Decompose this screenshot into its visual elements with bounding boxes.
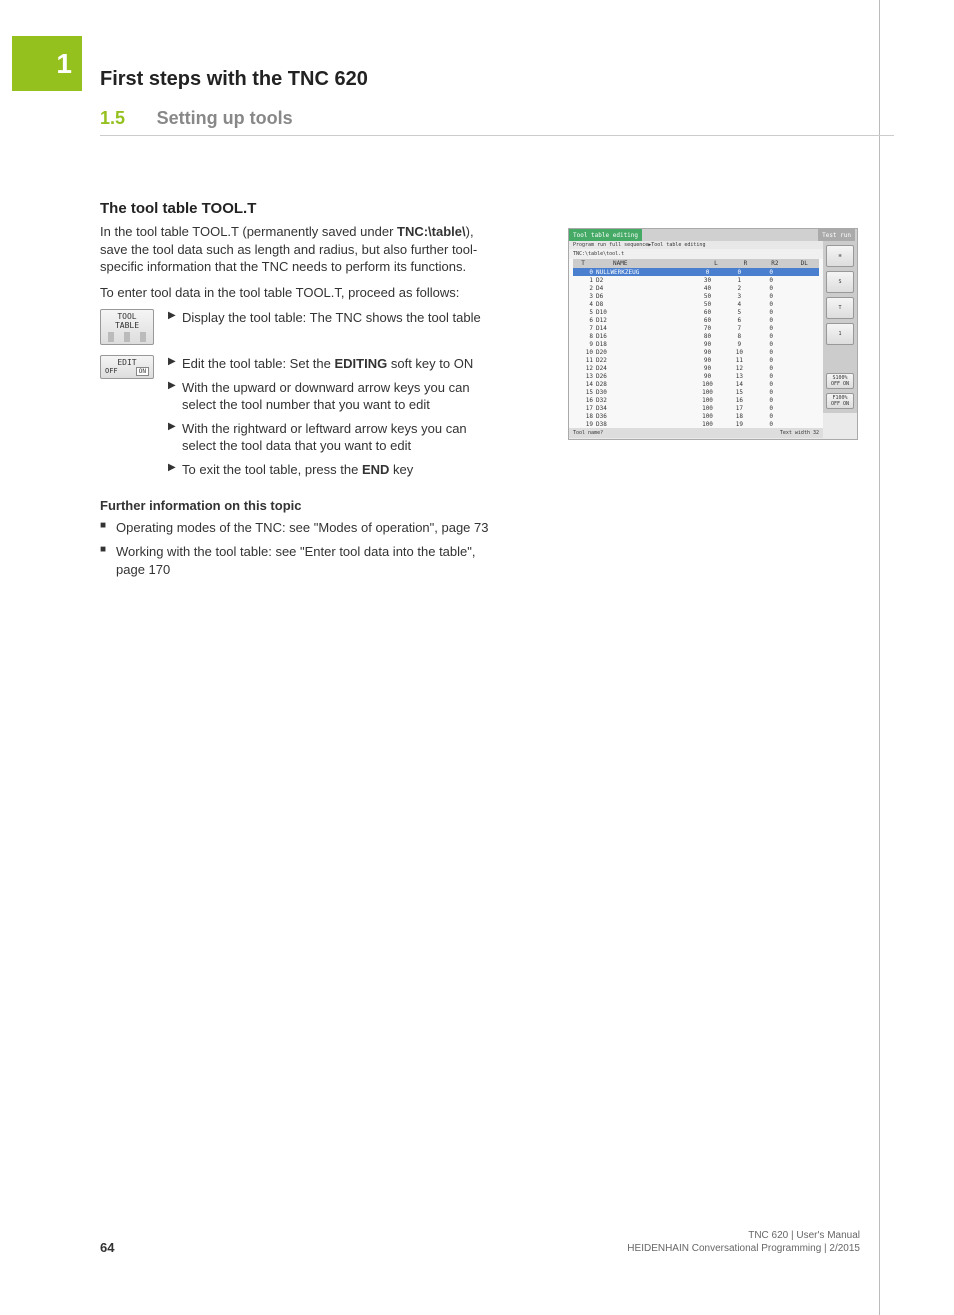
- softkey-tool-table-icon: TOOL TABLE: [100, 309, 160, 349]
- further-item-1: ■ Operating modes of the TNC: see "Modes…: [100, 519, 490, 537]
- table-row: 16D32100160: [573, 396, 819, 404]
- footer: TNC 620 | User's Manual HEIDENHAIN Conve…: [627, 1229, 860, 1255]
- further-item-2: ■ Working with the tool table: see "Ente…: [100, 543, 490, 578]
- step-4: ▶ With the rightward or leftward arrow k…: [168, 420, 490, 455]
- ss-btn-s: S: [826, 271, 854, 293]
- step-3: ▶ With the upward or downward arrow keys…: [168, 379, 490, 414]
- ss-tab-testrun: Test run: [818, 229, 855, 241]
- table-row: 13D2690130: [573, 372, 819, 380]
- ss-tab-active: Tool table editing: [569, 229, 642, 241]
- paragraph-1: In the tool table TOOL.T (permanently sa…: [100, 223, 490, 276]
- step-group-1: TOOL TABLE ▶ Display the tool table: The…: [100, 309, 490, 349]
- table-row: 8D168080: [573, 332, 819, 340]
- square-bullet-icon: ■: [100, 519, 116, 537]
- softkey-box: TOOL TABLE: [100, 309, 154, 345]
- section-number: 1.5: [100, 108, 125, 129]
- table-row: 7D147070: [573, 324, 819, 332]
- footer-line2: HEIDENHAIN Conversational Programming | …: [627, 1242, 860, 1255]
- step-1: ▶ Display the tool table: The TNC shows …: [168, 309, 490, 327]
- arrow-right-icon: ▶: [168, 355, 182, 373]
- step-group-2: EDIT OFF ON ▶ Edit the tool table: Set t…: [100, 355, 490, 484]
- ss-gear-icon: ✻: [826, 245, 854, 267]
- further-info-heading: Further information on this topic: [100, 498, 490, 513]
- chapter-title: First steps with the TNC 620: [100, 68, 368, 91]
- table-row: 6D126060: [573, 316, 819, 324]
- table-row: 14D28100140: [573, 380, 819, 388]
- ss-btn-1: 1: [826, 323, 854, 345]
- subheading: The tool table TOOL.T: [100, 200, 490, 217]
- table-row: 1D23010: [573, 276, 819, 284]
- table-row: 9D189090: [573, 340, 819, 348]
- step-2: ▶ Edit the tool table: Set the EDITING s…: [168, 355, 490, 373]
- tnc-screenshot: Tool table editing Test run Program run …: [568, 228, 858, 440]
- ss-right-panel: ✻ S T 1 S100% OFF ON F100% OFF ON: [823, 241, 857, 413]
- content-column: The tool table TOOL.T In the tool table …: [100, 200, 490, 584]
- table-row: 19D38100190: [573, 420, 819, 428]
- softkey-edit-icon: EDIT OFF ON: [100, 355, 160, 383]
- ss-override-s: S100% OFF ON: [826, 373, 854, 389]
- ss-path: TNC:\table\tool.t: [569, 249, 823, 259]
- tool-icons: [103, 330, 151, 342]
- ss-breadcrumb: Program run full sequence▶Tool table edi…: [569, 241, 823, 249]
- page-number: 64: [100, 1240, 114, 1255]
- table-row: 18D36100180: [573, 412, 819, 420]
- footer-line1: TNC 620 | User's Manual: [627, 1229, 860, 1242]
- square-bullet-icon: ■: [100, 543, 116, 578]
- table-row: 12D2490120: [573, 364, 819, 372]
- ss-table: T NAME L R R2 DL 0NULLWERKZEUG0001D23010…: [569, 259, 823, 428]
- section-header: 1.5 Setting up tools: [100, 108, 894, 136]
- ss-btn-t: T: [826, 297, 854, 319]
- table-row: 15D30100150: [573, 388, 819, 396]
- margin-rule: [879, 0, 880, 1315]
- arrow-right-icon: ▶: [168, 309, 182, 327]
- arrow-right-icon: ▶: [168, 379, 182, 414]
- table-row: 2D44020: [573, 284, 819, 292]
- table-row: 0NULLWERKZEUG000: [573, 268, 819, 276]
- arrow-right-icon: ▶: [168, 420, 182, 455]
- table-row: 10D2090100: [573, 348, 819, 356]
- chapter-badge: 1: [12, 36, 82, 91]
- ss-status-bar: Tool name? Text width 32: [569, 428, 823, 438]
- table-row: 17D34100170: [573, 404, 819, 412]
- ss-override-f: F100% OFF ON: [826, 393, 854, 409]
- table-row: 3D65030: [573, 292, 819, 300]
- arrow-right-icon: ▶: [168, 461, 182, 479]
- table-row: 11D2290110: [573, 356, 819, 364]
- section-title: Setting up tools: [157, 108, 293, 129]
- softkey-box: EDIT OFF ON: [100, 355, 154, 379]
- ss-table-header: T NAME L R R2 DL: [573, 259, 819, 268]
- ss-header: Tool table editing Test run: [569, 229, 857, 241]
- paragraph-2: To enter tool data in the tool table TOO…: [100, 284, 490, 302]
- table-row: 4D85040: [573, 300, 819, 308]
- table-row: 5D106050: [573, 308, 819, 316]
- chapter-number: 1: [56, 48, 72, 80]
- step-5: ▶ To exit the tool table, press the END …: [168, 461, 490, 479]
